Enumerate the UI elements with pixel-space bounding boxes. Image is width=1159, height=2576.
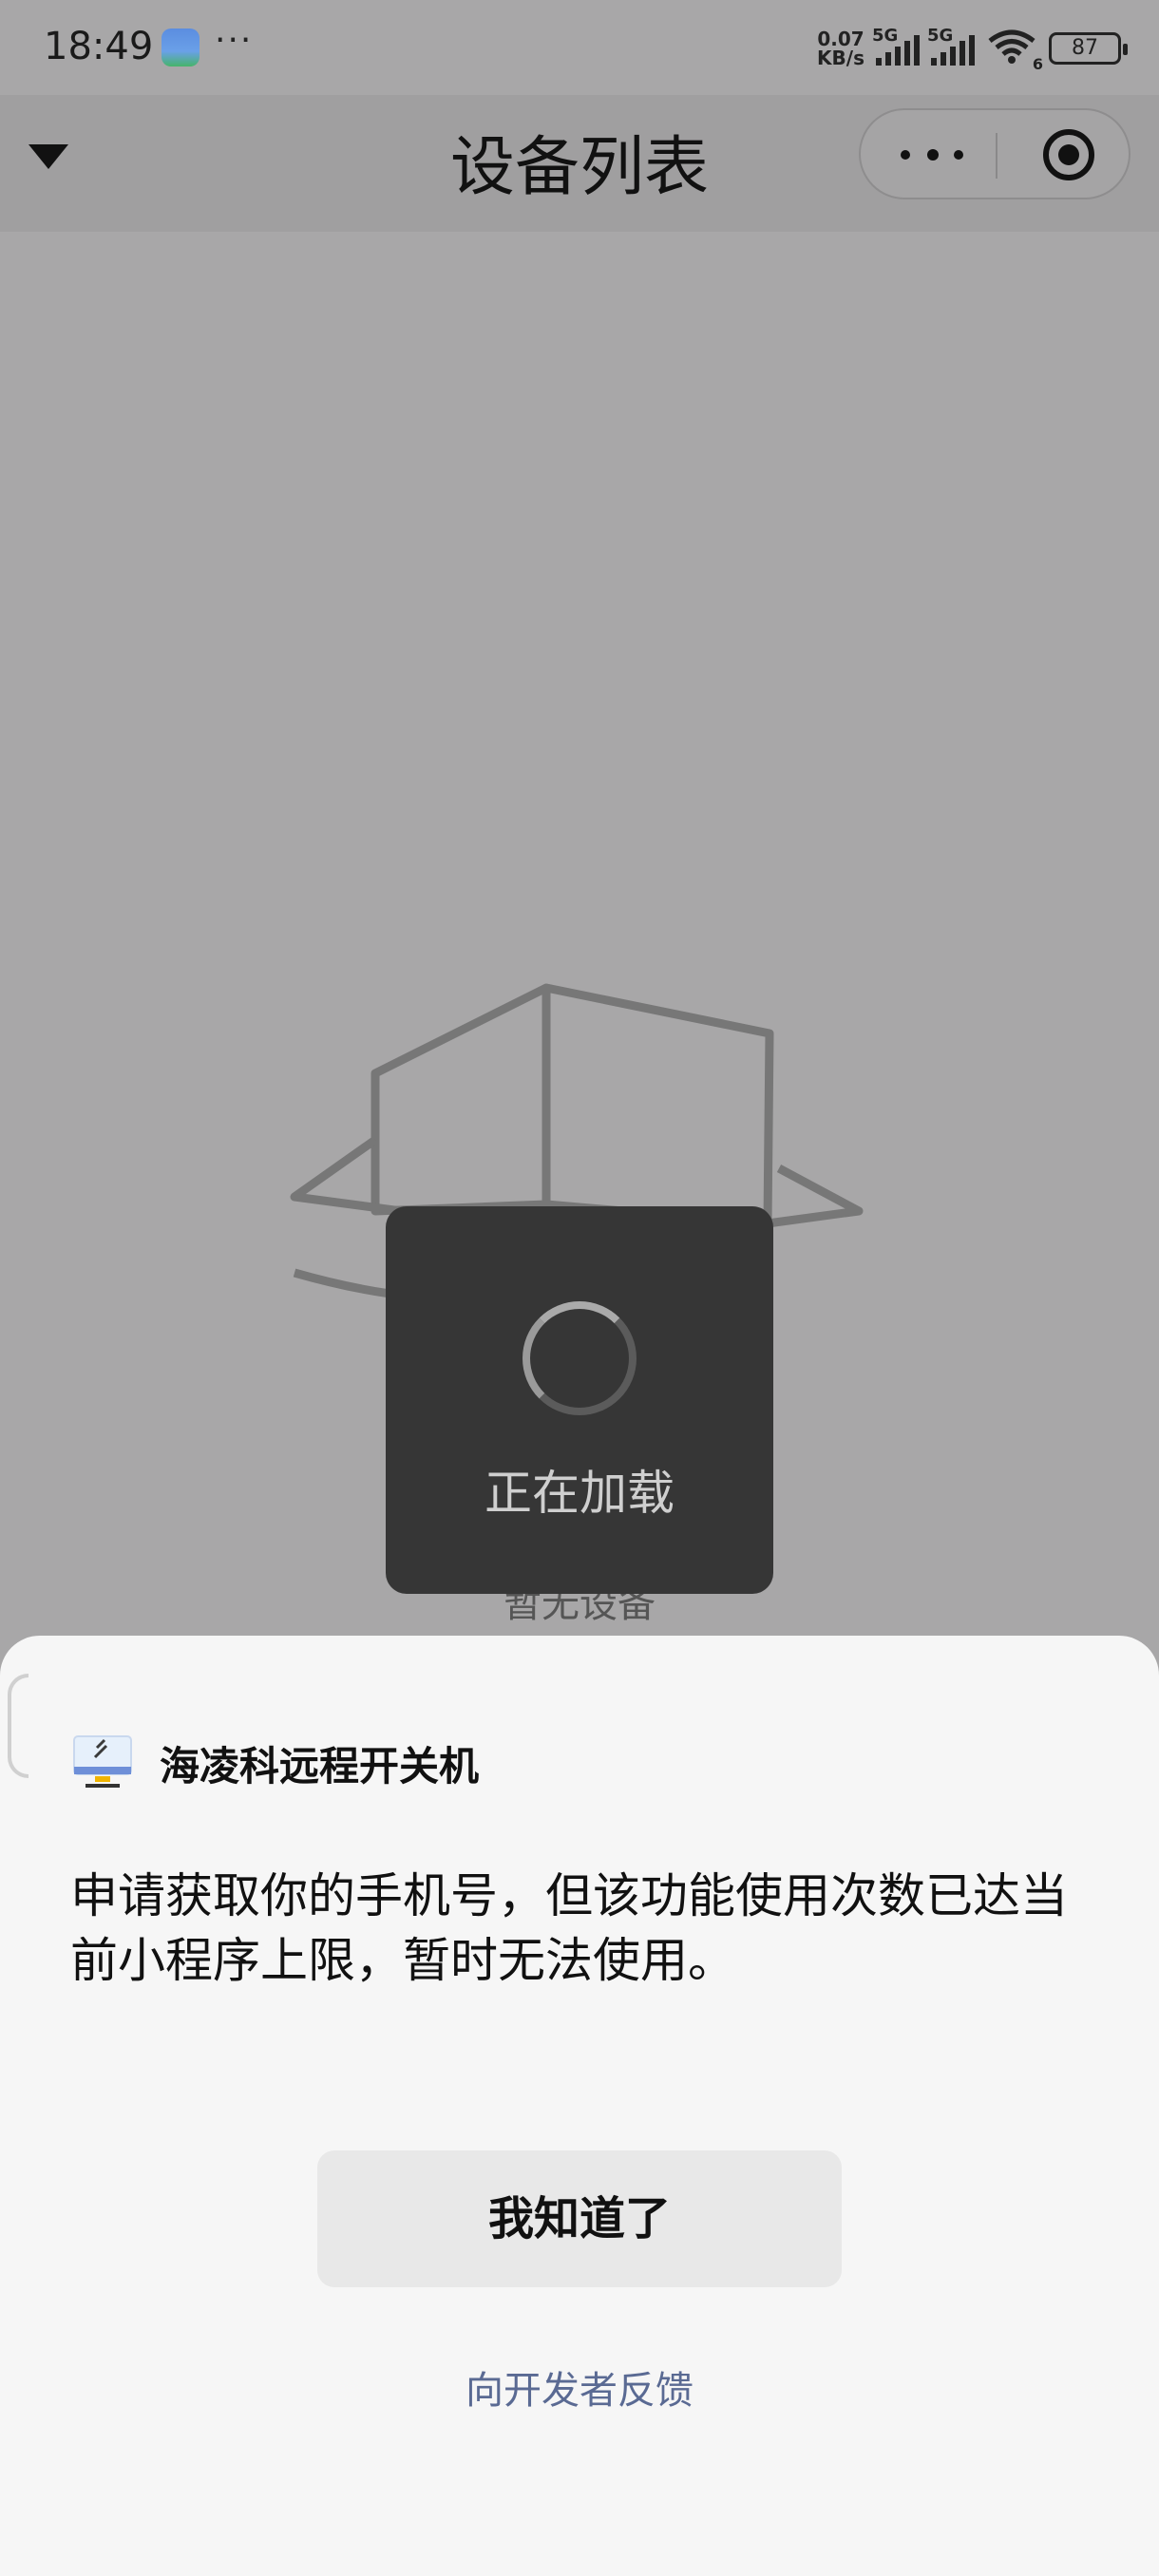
signal-icon: 5G xyxy=(927,26,975,66)
net-speed: 0.07 KB/s xyxy=(817,29,864,67)
status-more-dots: ··· xyxy=(215,21,254,60)
capsule-divider xyxy=(996,133,998,179)
signal-2-tag: 5G xyxy=(927,26,954,46)
more-icon[interactable] xyxy=(899,133,965,175)
menu-capsule xyxy=(859,108,1130,199)
signal-icon: 5G xyxy=(872,26,920,66)
status-time: 18:49 xyxy=(44,25,154,68)
app-icon xyxy=(162,28,200,66)
wifi-tag: 6 xyxy=(1032,55,1043,73)
battery-icon: 87 xyxy=(1049,32,1128,65)
wifi-icon xyxy=(988,29,1036,64)
mini-program-icon xyxy=(73,1735,132,1788)
loading-toast: 正在加载 xyxy=(386,1206,773,1594)
net-speed-unit: KB/s xyxy=(817,47,864,69)
status-right-group: 0.07 KB/s 5G 5G 6 87 xyxy=(817,25,1128,73)
status-bar: 18:49 ··· 0.07 KB/s 5G 5G 6 87 xyxy=(0,0,1159,95)
side-handle xyxy=(8,1674,28,1778)
dialog-message: 申请获取你的手机号，但该功能使用次数已达当前小程序上限，暂时无法使用。 xyxy=(70,1868,1068,1988)
signal-1-tag: 5G xyxy=(872,26,899,46)
target-icon[interactable] xyxy=(1043,129,1094,180)
nav-bar: 设备列表 xyxy=(0,95,1159,232)
toast-text: 正在加载 xyxy=(484,1466,674,1521)
wifi-icon-wrap: 6 xyxy=(986,28,1043,73)
mini-program-name: 海凌科远程开关机 xyxy=(160,1743,480,1790)
acknowledge-button[interactable]: 我知道了 xyxy=(317,2150,842,2287)
net-speed-value: 0.07 xyxy=(817,28,864,50)
loading-spinner-icon xyxy=(522,1301,636,1415)
feedback-link[interactable]: 向开发者反馈 xyxy=(0,2359,1159,2415)
bottom-sheet: 海凌科远程开关机 申请获取你的手机号，但该功能使用次数已达当前小程序上限，暂时无… xyxy=(0,1636,1159,2576)
